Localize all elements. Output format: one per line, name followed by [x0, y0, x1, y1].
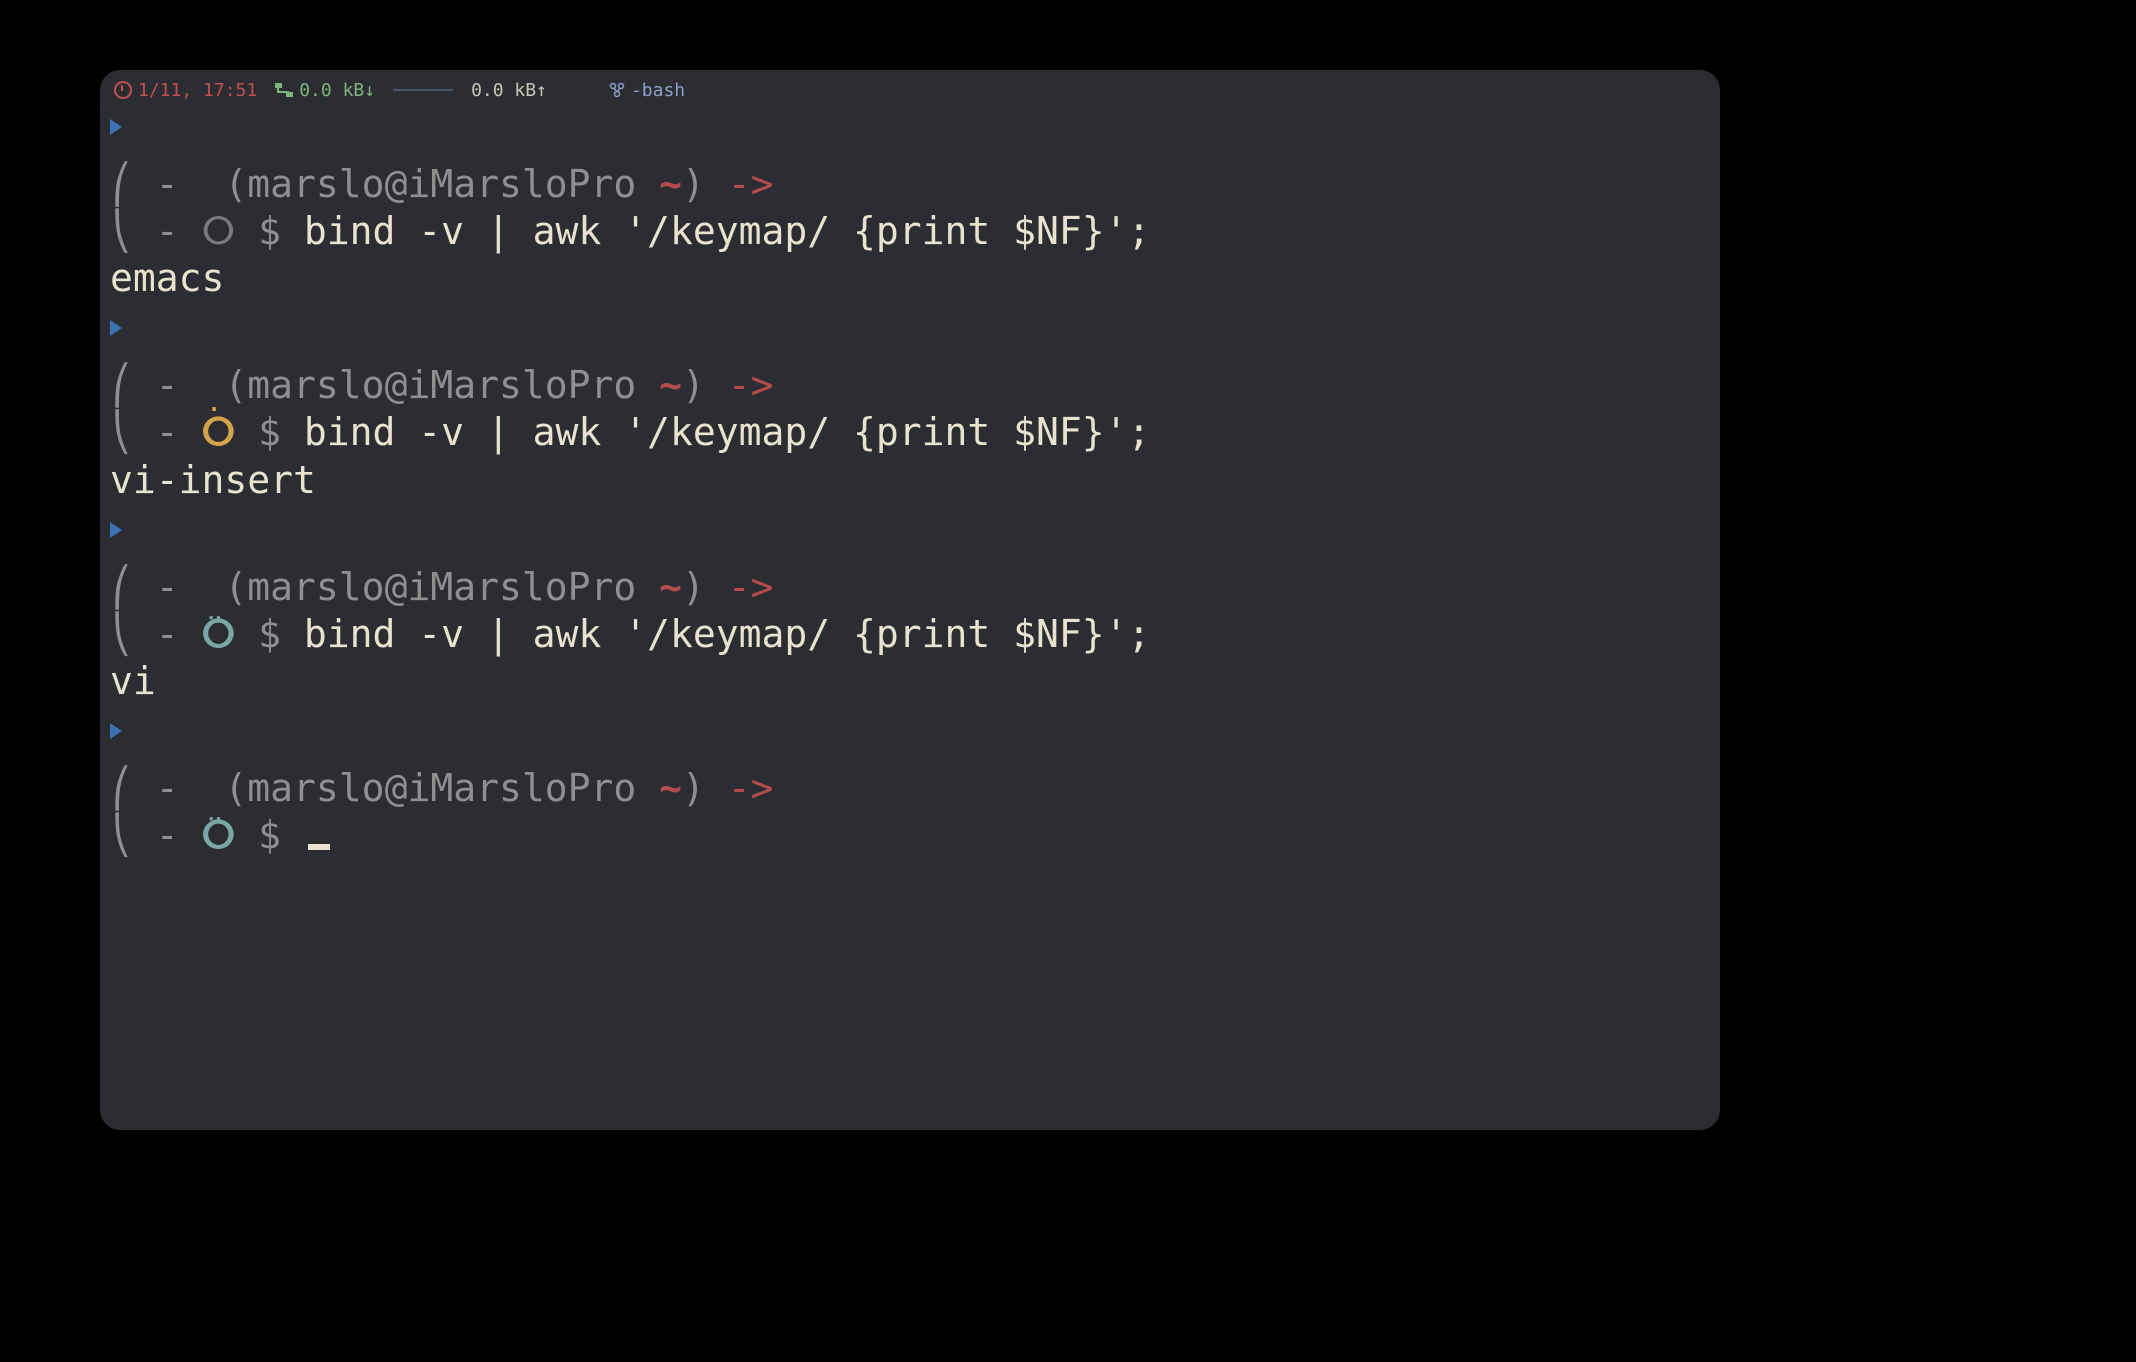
network-icon: [275, 83, 293, 97]
prompt-userhost: marslo@iMarsloPro: [247, 766, 636, 810]
prompt-dollar: $: [235, 612, 304, 656]
prompt-open-paren: (: [224, 565, 247, 609]
prompt-bracket-bot: ⎝ -: [110, 813, 202, 857]
prompt-userhost: marslo@iMarsloPro: [247, 162, 636, 206]
mode-chest-icon: ⵔ·: [202, 409, 236, 456]
prompt-bracket-top: ⎛ -: [110, 162, 179, 206]
terminal-window[interactable]: 1/11, 17:51 0.0 kB↓ 0.0 kB↑: [100, 70, 1720, 1130]
prompt-open-paren: (: [224, 766, 247, 810]
prompt-close-paren: ): [682, 363, 705, 407]
prompt-bracket-top: ⎛ -: [110, 565, 179, 609]
prompt-open-paren: (: [224, 363, 247, 407]
titlebar-clock: 1/11, 17:51: [114, 80, 257, 101]
terminal-titlebar: 1/11, 17:51 0.0 kB↓ 0.0 kB↑: [100, 70, 1720, 109]
prompt-bracket-bot: ⎝ -: [110, 410, 202, 454]
mode-chest-icon: ⵔ‥: [202, 611, 236, 658]
prompt-close-paren: ): [682, 162, 705, 206]
clock-icon: [114, 81, 132, 99]
titlebar-net-down: 0.0 kB↓: [275, 80, 375, 101]
command-output: emacs: [110, 255, 1710, 302]
terminal-body[interactable]: ⎛ - (marslo@iMarsloPro ~) ->⎝ - ⵔ $ bind…: [100, 109, 1720, 883]
prompt-open-paren: (: [224, 162, 247, 206]
net-up-value: 0.0 kB↑: [471, 80, 547, 101]
command-text[interactable]: bind -v | awk '/keymap/ {print $NF}';: [304, 612, 1150, 656]
prompt-bracket-bot: ⎝ -: [110, 209, 202, 253]
prompt-line-2[interactable]: ⎝ - ⵔ‥ $ bind -v | awk '/keymap/ {print …: [110, 611, 1710, 658]
prompt-close-paren: ): [682, 565, 705, 609]
prompt-dollar: $: [235, 209, 304, 253]
prompt-chevron-icon: [110, 723, 122, 739]
prompt-line-2[interactable]: ⎝ - ⵔ· $ bind -v | awk '/keymap/ {print …: [110, 409, 1710, 456]
prompt-tilde: ~: [659, 363, 682, 407]
prompt-bracket-bot: ⎝ -: [110, 612, 202, 656]
prompt-arrow: ->: [728, 363, 774, 407]
prompt-line-1: ⎛ - (marslo@iMarsloPro ~) ->: [110, 161, 1710, 208]
prompt-dollar: $: [235, 813, 304, 857]
process-name: -bash: [631, 80, 685, 101]
prompt-bracket-top: ⎛ -: [110, 363, 179, 407]
prompt-bracket-top: ⎛ -: [110, 766, 179, 810]
command-text[interactable]: bind -v | awk '/keymap/ {print $NF}';: [304, 209, 1150, 253]
titlebar-date: 1/11, 17:51: [138, 80, 257, 101]
prompt-userhost: marslo@iMarsloPro: [247, 565, 636, 609]
command-output: vi: [110, 658, 1710, 705]
prompt-arrow: ->: [728, 766, 774, 810]
prompt-line-2[interactable]: ⎝ - ⵔ $ bind -v | awk '/keymap/ {print $…: [110, 208, 1710, 255]
prompt-arrow: ->: [728, 162, 774, 206]
titlebar-process: -bash: [609, 80, 685, 101]
prompt-chevron-icon: [110, 320, 122, 336]
net-down-value: 0.0 kB↓: [299, 80, 375, 101]
prompt-userhost: marslo@iMarsloPro: [247, 363, 636, 407]
titlebar-divider: [393, 89, 453, 91]
mode-chest-icon: ⵔ: [202, 208, 236, 255]
prompt-arrow: ->: [728, 565, 774, 609]
prompt-line-2[interactable]: ⎝ - ⵔ‥ $: [110, 812, 1710, 859]
command-output: vi-insert: [110, 457, 1710, 504]
tree-icon: [609, 82, 625, 98]
prompt-tilde: ~: [659, 162, 682, 206]
prompt-dollar: $: [235, 410, 304, 454]
prompt-tilde: ~: [659, 565, 682, 609]
prompt-line-1: ⎛ - (marslo@iMarsloPro ~) ->: [110, 765, 1710, 812]
mode-chest-icon: ⵔ‥: [202, 812, 236, 859]
prompt-chevron-icon: [110, 119, 122, 135]
cursor: [308, 844, 330, 850]
prompt-line-1: ⎛ - (marslo@iMarsloPro ~) ->: [110, 564, 1710, 611]
titlebar-net-up: 0.0 kB↑: [471, 80, 547, 101]
command-text[interactable]: bind -v | awk '/keymap/ {print $NF}';: [304, 410, 1150, 454]
prompt-line-1: ⎛ - (marslo@iMarsloPro ~) ->: [110, 362, 1710, 409]
prompt-tilde: ~: [659, 766, 682, 810]
prompt-chevron-icon: [110, 522, 122, 538]
prompt-close-paren: ): [682, 766, 705, 810]
